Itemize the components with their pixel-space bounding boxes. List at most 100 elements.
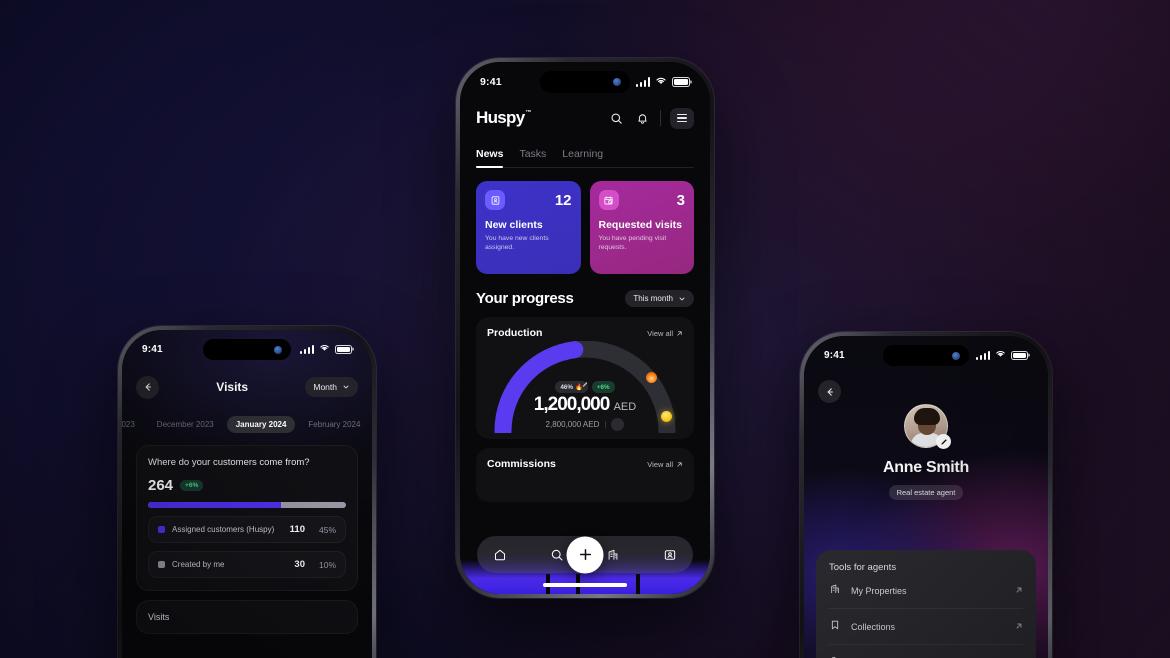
commissions-title: Commissions [487,458,556,470]
app-header: Huspy ™ [476,104,694,132]
showcase-stage: 9:41 Visits Month 023 December 2023 Janu… [0,0,1170,658]
commissions-header: Commissions View all [487,458,683,470]
gauge-readout: 46% 🔥 +6% 1,200,000 AED 2,800,000 AED | [487,381,683,431]
tool-row[interactable]: Recommended program [829,645,1023,658]
chevron-down-icon [679,297,685,300]
status-indicators [299,343,352,355]
visits-card-title: Visits [148,612,170,622]
customers-question: Where do your customers come from? [148,457,310,468]
nav-properties-icon[interactable] [605,547,621,563]
nav-add-button[interactable] [566,536,604,573]
view-all-label: View all [647,459,673,469]
arrow-up-right-icon [1015,586,1023,596]
phone-left: 9:41 Visits Month 023 December 2023 Janu… [118,326,376,658]
amount-value: 1,200,000 [533,394,611,415]
stat-card[interactable]: 3 Requested visits You have pending visit … [589,181,694,274]
back-button[interactable] [818,380,841,403]
customer-source-row: Assigned customers (Huspy) 110 45% [148,516,346,543]
battery-icon [335,344,352,354]
arrow-up-right-icon [677,330,682,336]
customers-delta-badge: +6% [180,480,204,491]
profile-name: Anne Smith [883,459,969,476]
month-chip[interactable]: February 2024 [299,416,369,433]
stat-card-top: 3 [598,190,685,210]
production-target: 2,800,000 AED [545,420,600,429]
source-percent: 10% [318,559,336,570]
avatar-wrapper [904,404,951,449]
tool-label: My Properties [851,585,907,596]
customer-source-row: Created by me 30 10% [148,551,346,578]
commissions-card: Commissions View all [476,448,694,502]
home-indicator [543,583,627,587]
production-view-all[interactable]: View all [647,329,683,338]
customers-source-card: Where do your customers come from? 264 +… [136,445,358,591]
tool-row[interactable]: Collections [829,609,1023,645]
tool-label: Collections [851,621,896,632]
tab-tasks[interactable]: Tasks [519,148,546,167]
month-selector[interactable]: 2023December 2023January 2024February 20… [122,416,372,433]
source-value: 30 [294,559,305,570]
wifi-icon [319,343,330,355]
pencil-icon [582,382,588,387]
header-divider [660,110,661,126]
edit-target-button[interactable] [582,382,625,431]
status-bar: 9:41 [804,349,1048,361]
stat-cards: 12 New clients You have new clients assign… [476,181,694,274]
bell-icon[interactable] [634,110,651,127]
bookmark-icon [829,619,841,634]
phone-right: 9:41 Anne Smith Real estate agent Tools … [800,332,1052,658]
hamburger-menu-icon[interactable] [670,107,694,129]
profile-role-badge: Real estate agent [888,485,964,500]
nav-home-icon[interactable] [492,547,508,563]
search-icon[interactable] [608,110,625,127]
progress-header: Your progress This month [476,290,694,307]
logo-trademark: ™ [525,110,531,116]
tools-list: My Properties Collections Recommended prog… [829,573,1023,658]
source-label: Created by me [172,560,225,569]
month-chip[interactable]: December 2023 [148,416,223,433]
tool-row[interactable]: My Properties [829,573,1023,609]
view-all-label: View all [647,328,673,338]
status-bar: 9:41 [460,76,710,88]
period-filter-label: Month [313,382,337,392]
customers-progress-bar [148,502,346,508]
stat-card[interactable]: 12 New clients You have new clients assign… [476,181,581,274]
edit-avatar-button[interactable] [936,434,951,449]
production-amount: 1,200,000 AED [487,395,683,414]
nav-search-icon[interactable] [549,547,565,563]
status-time: 9:41 [824,349,845,361]
nav-clients-icon[interactable] [662,547,678,563]
commissions-view-all[interactable]: View all [647,460,683,469]
visits-header: Visits Month [122,374,372,400]
target-divider: | [604,420,607,429]
back-button[interactable] [136,375,159,399]
building-icon [829,583,841,598]
period-filter[interactable]: Month [305,377,358,397]
progress-period-filter[interactable]: This month [625,290,694,307]
tab-label: Tasks [519,148,547,160]
stat-card-title: New clients [485,219,543,231]
stat-card-top: 12 [485,190,572,210]
bottom-navbar[interactable] [477,536,693,573]
production-gauge: 46% 🔥 +6% 1,200,000 AED 2,800,000 AED | [487,341,683,433]
color-swatch [158,526,165,533]
left-screen: 9:41 Visits Month 023 December 2023 Janu… [122,330,372,658]
stat-card-count: 3 [676,191,685,209]
tools-title: Tools for agents [829,562,897,573]
customers-total-row: 264 +6% [148,477,346,494]
tools-panel: Tools for agents My Properties Collection… [816,550,1036,658]
plus-icon [579,548,591,561]
visits-screen: 9:41 Visits Month 023 December 2023 Janu… [122,330,372,658]
status-time: 9:41 [480,76,502,88]
stat-card-subtitle: You have pending visit requests. [598,235,667,252]
cellular-signal-icon [635,77,650,87]
stat-card-title: Requested visits [598,219,682,231]
tab-learning[interactable]: Learning [562,148,603,167]
month-chip[interactable]: 2023 [122,416,144,433]
tab-bar[interactable]: News Tasks Learning [476,148,694,168]
visits-card[interactable]: Visits [136,600,358,634]
tab-news[interactable]: News [476,148,504,168]
source-label: Assigned customers (Huspy) [172,525,275,534]
month-chip[interactable]: January 2024 [226,416,296,433]
tab-label: Learning [562,148,604,160]
